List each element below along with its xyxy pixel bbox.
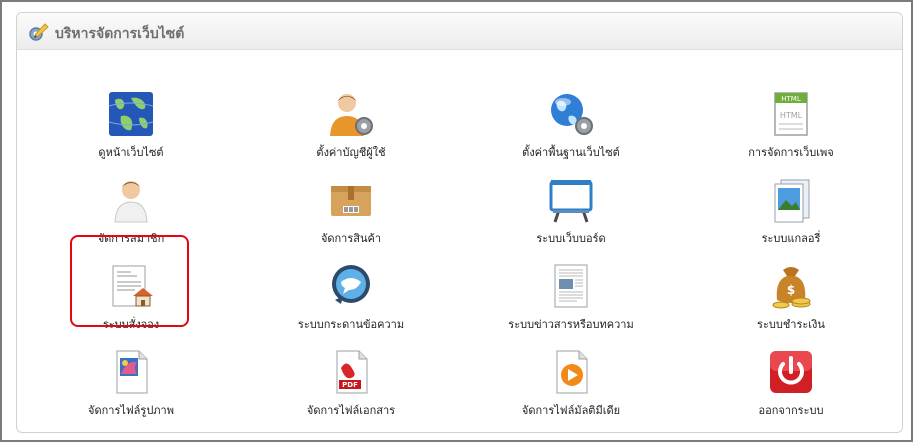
globe-map-icon [108, 92, 154, 136]
menu-item-basic-settings[interactable]: ตั้งค่าพื้นฐานเว็บไซต์ [481, 88, 661, 170]
menu-item-label: ระบบชำระเงิน [757, 318, 825, 331]
webboard-icon [549, 180, 593, 223]
member-icon [114, 181, 148, 223]
menu-item-label: ออกจากระบบ [758, 404, 824, 417]
news-article-icon [554, 264, 588, 308]
menu-item-label: ดูหน้าเว็บไซต์ [98, 146, 164, 159]
media-file-icon [556, 350, 588, 394]
panel-header: บริหารจัดการเว็บไซต์ [17, 13, 902, 50]
user-gear-icon [330, 94, 373, 136]
menu-item-label: ระบบกระดานข้อความ [297, 318, 405, 331]
menu-item-label: ระบบเว็บบอร์ด [536, 232, 606, 245]
html-page-icon: HTML HTML [774, 92, 808, 136]
menu-item-multimedia-files[interactable]: จัดการไฟล์มัลติมีเดีย [481, 346, 661, 428]
admin-panel: บริหารจัดการเว็บไซต์ ดูหน้าเว็บไซต์ ตั้ง… [16, 12, 903, 433]
menu-item-news-articles[interactable]: ระบบข่าวสารหรือบทความ [481, 260, 661, 342]
image-file-icon [116, 350, 148, 394]
power-icon [770, 351, 812, 393]
menu-item-message-board[interactable]: ระบบกระดานข้อความ [261, 260, 441, 342]
svg-text:$: $ [787, 283, 795, 297]
panel-title: บริหารจัดการเว็บไซต์ [55, 26, 185, 42]
menu-item-logout[interactable]: ออกจากระบบ [701, 346, 881, 428]
menu-item-products[interactable]: จัดการสินค้า [261, 174, 441, 256]
menu-item-webboard[interactable]: ระบบเว็บบอร์ด [481, 174, 661, 256]
menu-item-label: จัดการสินค้า [320, 232, 382, 245]
menu-item-webpage-management[interactable]: HTML HTML การจัดการเว็บเพจ [701, 88, 881, 170]
pencil-gear-icon [29, 23, 49, 41]
window-frame: บริหารจัดการเว็บไซต์ ดูหน้าเว็บไซต์ ตั้ง… [0, 0, 913, 442]
menu-item-label: จัดการไฟล์เอกสาร [306, 404, 396, 417]
menu-item-label: ระบบแกลอรี่ [761, 232, 821, 245]
booking-highlight-box [70, 235, 189, 327]
menu-item-label: ตั้งค่าบัญชีผู้ใช้ [316, 146, 386, 159]
menu-item-label: จัดการไฟล์รูปภาพ [88, 404, 174, 417]
menu-item-label: จัดการไฟล์มัลติมีเดีย [521, 404, 621, 417]
menu-item-document-files[interactable]: PDF จัดการไฟล์เอกสาร [261, 346, 441, 428]
menu-item-label: ตั้งค่าพื้นฐานเว็บไซต์ [522, 146, 620, 159]
menu-item-label: ระบบข่าวสารหรือบทความ [508, 318, 634, 331]
menu-item-image-files[interactable]: จัดการไฟล์รูปภาพ [41, 346, 221, 428]
product-box-icon [331, 186, 371, 216]
menu-item-label: การจัดการเว็บเพจ [748, 146, 834, 159]
pdf-file-icon: PDF [336, 350, 368, 394]
money-bag-icon: $ [772, 267, 811, 309]
globe-gear-icon [551, 94, 593, 135]
svg-text:PDF: PDF [342, 381, 358, 389]
menu-item-view-website[interactable]: ดูหน้าเว็บไซต์ [41, 88, 221, 170]
menu-item-payment[interactable]: $ ระบบชำระเงิน [701, 260, 881, 342]
menu-item-gallery[interactable]: ระบบแกลอรี่ [701, 174, 881, 256]
chat-bubble-icon [332, 265, 370, 304]
gallery-icon [774, 179, 810, 223]
menu-item-account-settings[interactable]: ตั้งค่าบัญชีผู้ใช้ [261, 88, 441, 170]
svg-text:HTML: HTML [781, 95, 801, 103]
svg-text:HTML: HTML [780, 111, 803, 120]
admin-menu-grid: ดูหน้าเว็บไซต์ ตั้งค่าบัญชีผู้ใช้ ตั้งค่… [17, 50, 902, 432]
